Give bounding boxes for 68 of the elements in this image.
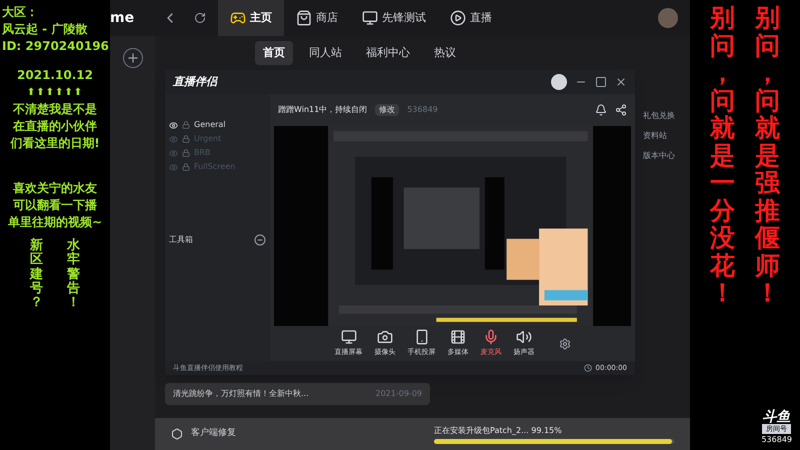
monitor-icon (362, 10, 378, 26)
room-id: 536849 (407, 104, 438, 116)
lock-icon[interactable] (182, 149, 190, 157)
vertical-text: 新区建号？ (30, 239, 43, 310)
subnav-tab[interactable]: 首页 (255, 40, 293, 66)
collapse-icon[interactable] (254, 234, 266, 246)
overlay-text: 风云起 - 广陵散 (2, 21, 88, 38)
vertical-text: 别问，问就是强推偃师！ (755, 4, 780, 306)
speaker-icon (516, 329, 532, 346)
settings-icon[interactable] (558, 338, 570, 350)
overlay-text: 喜欢关宁的水友 (13, 180, 97, 197)
news-date: 2021-09-09 (376, 388, 422, 400)
subnav-tab[interactable]: 福利中心 (358, 40, 418, 66)
camera-icon (377, 329, 393, 346)
toolbox-label: 工具箱 (169, 234, 193, 246)
lock-icon[interactable] (182, 121, 190, 129)
close-icon[interactable] (615, 76, 627, 88)
edit-button[interactable]: 修改 (375, 104, 400, 116)
play-icon (450, 10, 466, 26)
phone-icon (414, 329, 430, 346)
vertical-text: 水牢警告！ (67, 239, 80, 310)
bell-icon[interactable] (595, 104, 607, 116)
scene-name: General (194, 119, 226, 131)
side-link[interactable]: 版本中心 (643, 150, 675, 162)
share-icon[interactable] (615, 104, 627, 116)
subnav-tab[interactable]: 热议 (426, 40, 464, 66)
nav-tab[interactable]: 商店 (284, 0, 350, 36)
maximize-icon[interactable] (595, 76, 607, 88)
overlay-text: 单里往期的视频~ (8, 214, 102, 231)
overlay-text: 可以翻看一下播 (13, 197, 97, 214)
lock-icon[interactable] (182, 135, 190, 143)
news-card[interactable]: 清光跳纷争，万灯照有情！全新中秋... 2021-09-09 (165, 383, 430, 405)
repair-label[interactable]: 客户端修复 (191, 427, 236, 441)
film-icon (450, 329, 466, 346)
overlay-text: 们看这里的日期! (10, 135, 100, 152)
microphone-icon (483, 329, 499, 346)
nav-tab[interactable]: 主页 (218, 0, 284, 36)
side-link[interactable]: 礼包兑换 (643, 110, 675, 122)
app-title: 直播伴侣 (173, 74, 217, 90)
news-title: 清光跳纷争，万灯照有情！全新中秋... (173, 388, 309, 400)
logo-text: 斗鱼 (762, 410, 791, 424)
progress-text: 正在安装升级包Patch_2... 99.15% (434, 424, 563, 436)
stream-title: 蹭蹭Win11中，持续自闭 (278, 104, 368, 116)
overlay-text: ID: 2970240196 (2, 38, 109, 55)
scene-item[interactable]: General (169, 118, 266, 132)
gamepad-icon (230, 10, 246, 26)
nav-tab[interactable]: 先锋测试 (350, 0, 438, 36)
overlay-text: 在直播的小伙伴 (13, 118, 97, 135)
overlay-text: 不清楚我是不是 (13, 101, 97, 118)
room-number: 536849 (761, 434, 792, 446)
lock-icon[interactable] (182, 163, 190, 171)
monitor-icon (340, 329, 356, 346)
scene-name: Urgent (194, 133, 222, 145)
add-icon[interactable] (122, 48, 142, 68)
overlay-text: 大区： (2, 4, 39, 21)
avatar-icon[interactable] (551, 74, 567, 90)
vertical-text: 别问，问就是一分没花！ (710, 4, 735, 306)
scene-name: BRB (194, 147, 211, 159)
overlay-date: 2021.10.12 (17, 67, 93, 84)
subnav-tab[interactable]: 同人站 (301, 40, 350, 66)
scene-name: FullScreen (194, 161, 236, 173)
nav-tab[interactable]: 直播 (438, 0, 504, 36)
refresh-icon[interactable] (194, 12, 206, 24)
side-link[interactable]: 资料站 (643, 130, 675, 142)
brand-text: me (110, 8, 136, 28)
bag-icon (296, 10, 312, 26)
overlay-arrows: ⬆⬆⬆⬆⬆⬆ (26, 86, 84, 100)
clock-icon (584, 364, 592, 372)
